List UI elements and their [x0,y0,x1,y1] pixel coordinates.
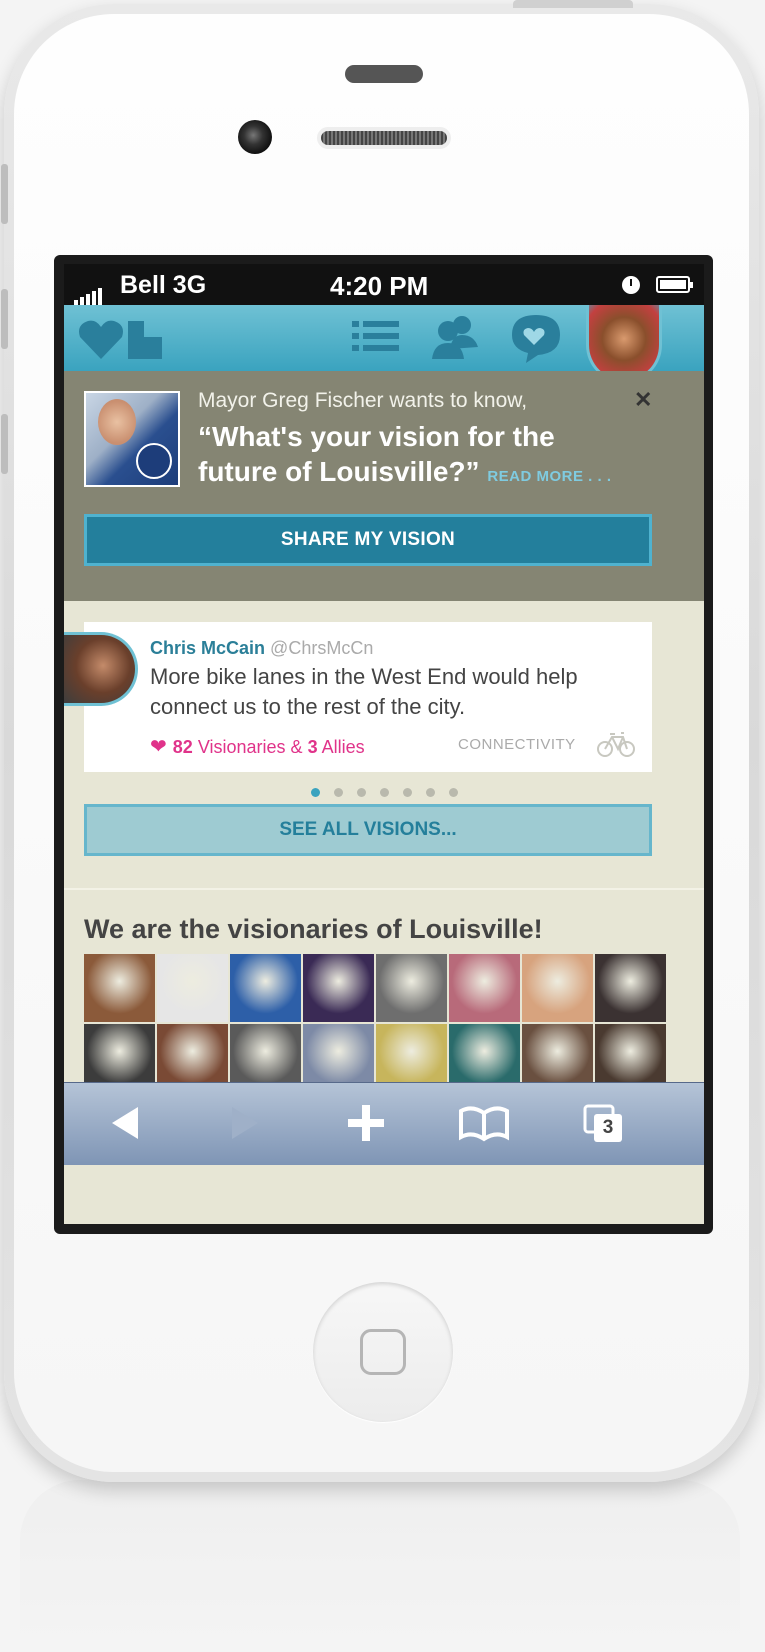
visionary-photo[interactable] [522,954,593,1022]
app-header [64,305,704,383]
question-text: “What's your vision for the future of Lo… [198,419,638,494]
read-more-link[interactable]: READ MORE . . . [487,468,611,485]
allies-count: 3 [307,737,318,757]
back-icon[interactable] [108,1103,142,1148]
visionaries-heading: We are the visionaries of Louisville! [84,914,543,944]
carousel-dot[interactable] [425,788,435,797]
heart-icon: ❤ [150,736,167,758]
vision-stats: ❤ 82 Visionaries & 3 Allies [150,734,365,759]
volume-up-button [1,289,8,349]
visionary-photo[interactable] [449,954,520,1022]
carousel-dot[interactable] [379,788,389,797]
status-bar: Bell 3G 4:20 PM [64,264,704,306]
tabs-count: 3 [602,1117,614,1138]
carousel-dot[interactable] [448,788,458,797]
people-icon[interactable] [430,313,482,366]
visionaries-photo-grid [84,954,666,1092]
close-icon[interactable]: ✕ [634,387,652,413]
author-name[interactable]: Chris McCain [150,638,265,658]
visionaries-label[interactable]: Visionaries [198,737,286,757]
visionary-photo[interactable] [84,954,155,1022]
category-label[interactable]: CONNECTIVITY [458,736,576,753]
screen: Bell 3G 4:20 PM Mayor Greg Fischer wants… [64,264,704,1224]
home-button[interactable] [313,1282,453,1422]
louisville-seal-icon [136,443,172,479]
chat-heart-icon[interactable] [510,313,562,368]
phone-reflection [20,1480,740,1652]
carousel-dot[interactable] [356,788,366,797]
carousel-dot[interactable] [333,788,343,797]
carousel-dots [64,784,704,802]
clock-time: 4:20 PM [330,271,429,301]
carousel-dot[interactable] [310,788,320,797]
mayor-photo [84,391,180,487]
proximity-sensor [345,65,423,83]
vision-card[interactable]: Chris McCain @ChrsMcCn More bike lanes i… [64,622,652,772]
browser-toolbar: 3 [64,1082,704,1165]
add-bookmark-icon[interactable] [346,1103,386,1148]
battery-icon [656,276,693,293]
visionaries-count: 82 [172,737,193,757]
carrier-label: Bell 3G [120,271,207,299]
author-handle[interactable]: @ChrsMcCn [270,638,373,658]
question-panel: Mayor Greg Fischer wants to know, “What'… [64,371,704,601]
tabs-icon[interactable]: 3 [582,1103,626,1152]
list-icon[interactable] [350,313,402,366]
vision-text: More bike lanes in the West End would he… [150,664,578,719]
visionary-photo[interactable] [230,954,301,1022]
earpiece-speaker [317,127,451,149]
signal-icon [74,277,104,306]
visionary-photo[interactable] [303,954,374,1022]
carousel-dot[interactable] [402,788,412,797]
volume-down-button [1,414,8,474]
forward-icon[interactable] [228,1103,262,1148]
power-button [513,0,633,8]
visionary-photo[interactable] [157,954,228,1022]
logo-icon[interactable] [78,317,166,366]
question-intro: Mayor Greg Fischer wants to know, [198,389,528,412]
home-square-icon [360,1329,406,1375]
author-avatar[interactable] [64,632,138,706]
bicycle-icon [596,728,636,763]
author-line: Chris McCain @ChrsMcCn [150,638,373,659]
see-all-visions-button[interactable]: SEE ALL VISIONS... [84,804,652,856]
visionary-photo[interactable] [376,954,447,1022]
amp-separator: & [290,737,303,757]
bookmarks-icon[interactable] [458,1103,510,1148]
section-divider [64,888,704,890]
allies-label[interactable]: Allies [322,737,365,757]
alarm-icon [622,276,640,294]
share-vision-button[interactable]: SHARE MY VISION [84,514,652,566]
mute-switch [1,164,8,224]
visionary-photo[interactable] [595,954,666,1022]
front-camera [238,120,272,154]
